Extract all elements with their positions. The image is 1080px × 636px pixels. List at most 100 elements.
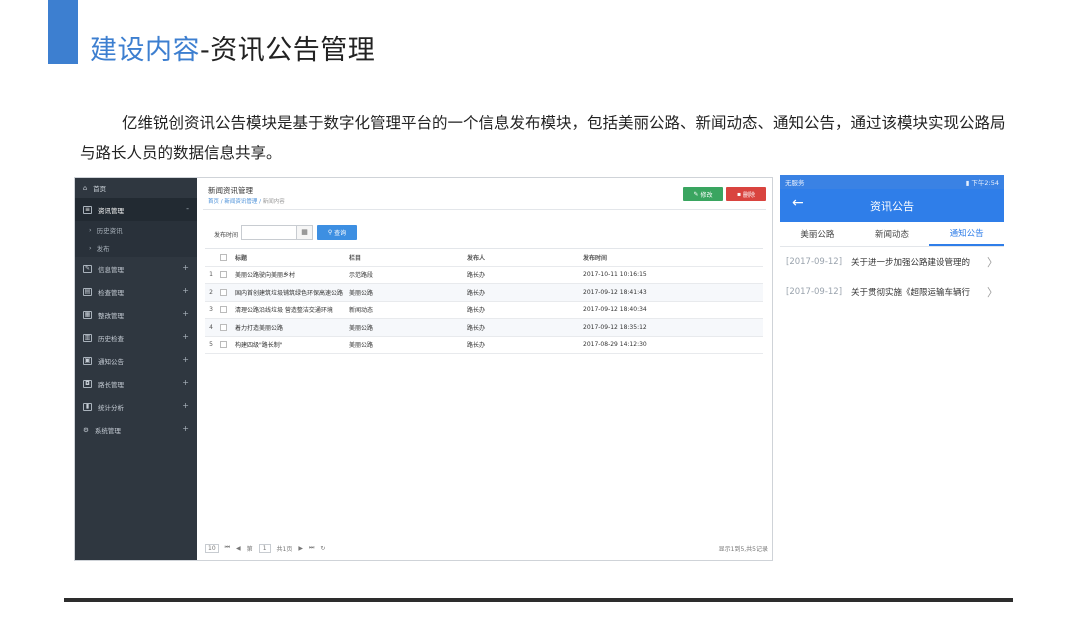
table-row[interactable]: 3 清理公路沿线垃圾 营造整洁交通环境 新闻动态 路长办 2017-09-12 … bbox=[205, 302, 763, 319]
expand-icon[interactable]: + bbox=[182, 286, 189, 295]
mobile-tabs: 美丽公路 新闻动态 通知公告 bbox=[780, 222, 1004, 247]
row-time: 2017-09-12 18:40:34 bbox=[583, 306, 647, 314]
row-time: 2017-08-29 14:12:30 bbox=[583, 341, 647, 349]
tab-news[interactable]: 新闻动态 bbox=[855, 222, 930, 246]
collapse-icon[interactable]: - bbox=[186, 204, 189, 213]
main-content: 新闻资讯管理 首页 / 新闻资讯管理 / 新闻内容 ✎ 修改 ▪ 删除 发布时间… bbox=[197, 178, 772, 560]
row-title: 清理公路沿线垃圾 营造整洁交通环境 bbox=[235, 307, 333, 315]
carrier-status: 无服务 bbox=[785, 179, 805, 187]
first-page-icon[interactable]: ⏮ bbox=[225, 544, 230, 552]
sidebar-item-news[interactable]: ≡ 资讯管理 - bbox=[75, 198, 197, 221]
back-arrow-icon[interactable]: ← bbox=[792, 195, 804, 211]
expand-icon[interactable]: + bbox=[182, 401, 189, 410]
notice-date: [2017-09-12] bbox=[786, 257, 843, 267]
sidebar-item-label: 路长管理 bbox=[98, 380, 124, 389]
header-column[interactable]: 栏目 bbox=[345, 253, 463, 262]
tab-notice[interactable]: 通知公告 bbox=[929, 222, 1004, 246]
row-index: 3 bbox=[209, 306, 213, 314]
sidebar-item-info[interactable]: ✎ 信息管理 + bbox=[75, 257, 197, 280]
row-select[interactable] bbox=[217, 306, 229, 314]
sidebar-item-road-chief[interactable]: ◘ 路长管理 + bbox=[75, 372, 197, 395]
header-select[interactable] bbox=[217, 253, 229, 261]
notice-item[interactable]: [2017-09-12] 关于进一步加强公路建设管理的 〉 bbox=[780, 247, 1004, 277]
sidebar-item-history-check[interactable]: ▥ 历史检查 + bbox=[75, 326, 197, 349]
chevron-right-icon: 〉 bbox=[987, 256, 998, 269]
row-select[interactable] bbox=[217, 288, 229, 296]
query-button[interactable]: ⚲ 查询 bbox=[317, 225, 357, 240]
expand-icon[interactable]: + bbox=[182, 332, 189, 341]
sidebar-item-rectify[interactable]: ▦ 整改管理 + bbox=[75, 303, 197, 326]
row-select[interactable] bbox=[217, 341, 229, 349]
pagination-info: 显示1到5,共5记录 bbox=[718, 545, 768, 553]
search-date-label: 发布时间 bbox=[214, 232, 239, 239]
header-title[interactable]: 标题 bbox=[229, 253, 345, 262]
table-row[interactable]: 4 着力打造美丽公路 美丽公路 路长办 2017-09-12 18:35:12 bbox=[205, 319, 763, 337]
breadcrumb-parent[interactable]: 新闻资讯管理 bbox=[224, 199, 257, 205]
edit-button[interactable]: ✎ 修改 bbox=[683, 187, 723, 201]
expand-icon[interactable]: + bbox=[182, 309, 189, 318]
row-title: 美丽公路驶向美丽乡村 bbox=[235, 272, 296, 280]
sidebar-item-label: 统计分析 bbox=[98, 403, 124, 412]
chevron-right-icon: 〉 bbox=[987, 286, 998, 299]
header-time[interactable]: 发布时间 bbox=[579, 253, 749, 262]
sidebar-item-inspection[interactable]: ▤ 检查管理 + bbox=[75, 280, 197, 303]
slide-title-accent: 建设内容 bbox=[90, 35, 200, 66]
row-checkbox[interactable] bbox=[219, 288, 227, 296]
calendar-icon[interactable]: ▦ bbox=[297, 225, 313, 240]
prev-page-icon[interactable]: ◀ bbox=[236, 545, 241, 552]
row-author: 路长办 bbox=[467, 342, 486, 350]
table-header: 标题 栏目 发布人 发布时间 bbox=[205, 249, 763, 267]
row-checkbox[interactable] bbox=[219, 306, 227, 314]
table-row[interactable]: 5 构建四级"路长制" 美丽公路 路长办 2017-08-29 14:12:30 bbox=[205, 337, 763, 354]
notice-item[interactable]: [2017-09-12] 关于贯彻实施《超限运输车辆行 〉 bbox=[780, 277, 1004, 307]
refresh-icon[interactable]: ↻ bbox=[320, 545, 325, 552]
row-title: 构建四级"路长制" bbox=[235, 342, 283, 350]
query-button-label: 查询 bbox=[334, 230, 347, 237]
mobile-navbar: ← 资讯公告 bbox=[780, 189, 1004, 222]
publish-date-input[interactable] bbox=[241, 225, 297, 240]
expand-icon[interactable]: + bbox=[182, 355, 189, 364]
table-row[interactable]: 2 国内首创建筑垃圾铺筑绿色环保高速公路 美丽公路 路长办 2017-09-12… bbox=[205, 284, 763, 302]
row-checkbox[interactable] bbox=[219, 323, 227, 331]
page-size-select[interactable]: 10 bbox=[205, 543, 219, 553]
last-page-icon[interactable]: ⏭ bbox=[309, 544, 314, 552]
row-column: 美丽公路 bbox=[349, 324, 374, 332]
row-select[interactable] bbox=[217, 271, 229, 279]
expand-icon[interactable]: + bbox=[182, 424, 189, 433]
row-time: 2017-09-12 18:41:43 bbox=[583, 288, 647, 296]
slide-title-rest: -资讯公告管理 bbox=[200, 35, 376, 66]
row-time: 2017-10-11 10:16:15 bbox=[583, 271, 647, 279]
sidebar-item-label: 系统管理 bbox=[94, 426, 121, 435]
next-page-icon[interactable]: ▶ bbox=[298, 545, 303, 552]
sidebar-item-label: 信息管理 bbox=[98, 265, 124, 274]
sidebar-item-statistics[interactable]: ▮ 统计分析 + bbox=[75, 395, 197, 418]
select-all-checkbox[interactable] bbox=[219, 253, 227, 261]
sidebar-item-label: 通知公告 bbox=[98, 357, 124, 366]
sidebar-item-label: 检查管理 bbox=[98, 288, 124, 297]
mobile-page-title: 资讯公告 bbox=[870, 199, 914, 213]
table-row[interactable]: 1 美丽公路驶向美丽乡村 示范路段 路长办 2017-10-11 10:16:1… bbox=[205, 267, 763, 284]
row-author: 路长办 bbox=[467, 289, 486, 297]
page-number-input[interactable]: 1 bbox=[258, 543, 271, 553]
delete-button[interactable]: ▪ 删除 bbox=[726, 187, 766, 201]
sidebar-subitem-publish[interactable]: › 发布 bbox=[75, 239, 197, 257]
row-select[interactable] bbox=[217, 323, 229, 331]
breadcrumb-home[interactable]: 首页 bbox=[208, 199, 219, 205]
row-column: 美丽公路 bbox=[349, 342, 374, 350]
tab-beautiful-road[interactable]: 美丽公路 bbox=[780, 222, 855, 246]
title-accent-bar bbox=[48, 0, 78, 64]
row-checkbox[interactable] bbox=[219, 271, 227, 279]
sidebar-subitem-history[interactable]: › 历史资讯 bbox=[75, 221, 197, 239]
sidebar-item-notice[interactable]: ▣ 通知公告 + bbox=[75, 349, 197, 372]
book-icon: ▥ bbox=[83, 333, 92, 342]
row-checkbox[interactable] bbox=[219, 341, 227, 349]
sidebar-home[interactable]: ⌂ 首页 bbox=[75, 178, 197, 198]
header-author[interactable]: 发布人 bbox=[463, 253, 579, 262]
header-divider bbox=[203, 209, 766, 210]
expand-icon[interactable]: + bbox=[182, 263, 189, 272]
bottom-divider bbox=[64, 598, 1013, 602]
sidebar-item-system[interactable]: ⚙ 系统管理 + bbox=[75, 418, 197, 441]
bar-chart-icon: ▮ bbox=[83, 402, 92, 411]
status-bar: 无服务 ▮ 下午2:54 bbox=[780, 175, 1004, 189]
expand-icon[interactable]: + bbox=[182, 378, 189, 387]
